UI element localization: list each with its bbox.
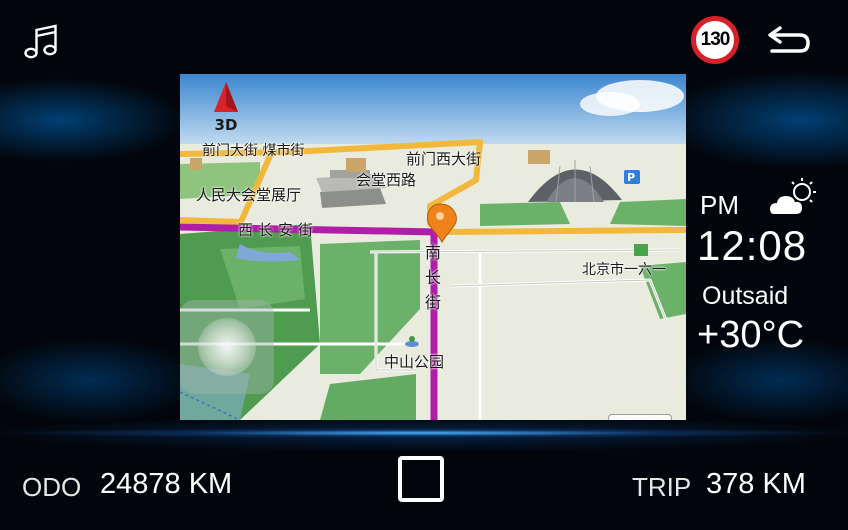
north-arrow-icon: [214, 82, 238, 112]
clock-time: 12:08: [697, 222, 808, 269]
ampm-indicator: PM: [700, 190, 739, 220]
outside-temperature: +30°C: [697, 314, 805, 356]
map-label-zhongshan-park: 中山公园: [384, 353, 445, 371]
return-arrow-icon[interactable]: [764, 22, 812, 58]
map-label-great-hall: 人民大会堂展厅: [196, 186, 302, 204]
odo-value: 24878 KM: [100, 468, 233, 500]
music-note-icon[interactable]: [22, 22, 62, 62]
map-label-qianmen: 前门西大街: [406, 150, 482, 168]
map-label-beijing-no161: 北京市一六一: [582, 262, 666, 278]
joystick-knob[interactable]: [198, 318, 256, 376]
outside-label: Outsaid: [702, 282, 789, 310]
map-pan-joystick[interactable]: [180, 300, 274, 394]
home-square-icon[interactable]: [398, 456, 444, 502]
speed-limit-sign: 130: [691, 16, 739, 64]
map-label-south-changjie: 南长街: [424, 243, 441, 312]
svg-text:P: P: [627, 171, 635, 184]
compass-mode-label: 3D: [214, 116, 238, 134]
odo-label: ODO: [22, 472, 82, 502]
navigation-map[interactable]: P 3D 前门大街 煤市街 前门西大街 人民大会堂展厅 会堂西路 西长安街 南长…: [180, 74, 686, 420]
trip-label: TRIP: [632, 472, 692, 502]
partly-cloudy-sun-icon: [770, 178, 816, 214]
map-label-top: 前门大街 煤市街: [202, 143, 305, 159]
map-label-huitang-road: 会堂西路: [356, 171, 417, 189]
bottom-glow: [0, 420, 848, 460]
speed-limit-value: 130: [700, 29, 731, 50]
map-label-west-changan: 西长安街: [238, 221, 319, 239]
compass-3d-button[interactable]: 3D: [208, 80, 244, 136]
divider-line: [0, 428, 848, 438]
trip-value: 378 KM: [706, 468, 806, 500]
